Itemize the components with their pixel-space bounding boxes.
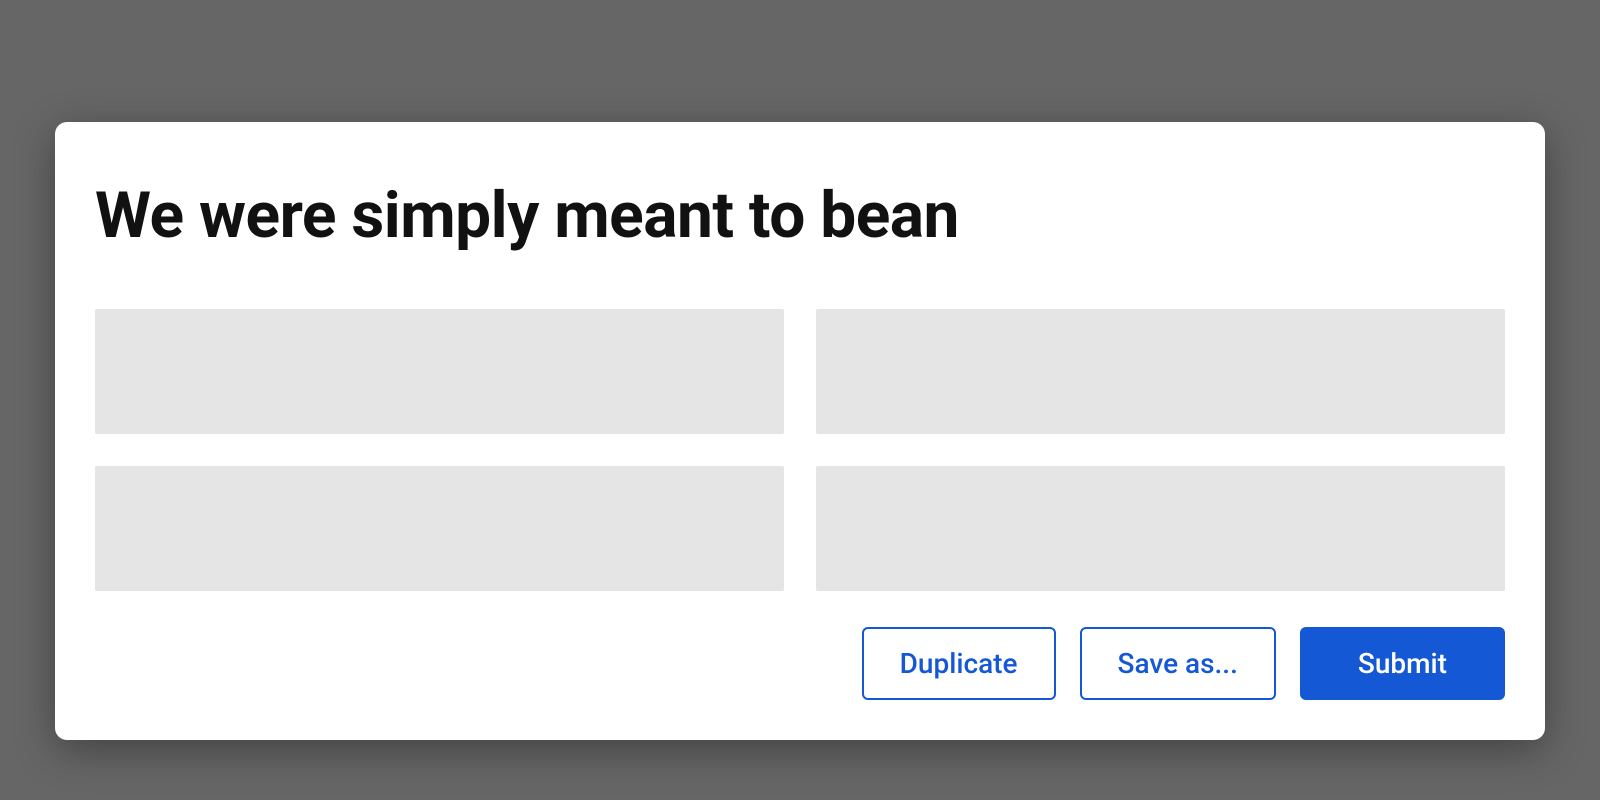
content-placeholder: [816, 466, 1505, 591]
save-as-button[interactable]: Save as...: [1080, 627, 1276, 700]
modal-dialog: We were simply meant to bean Duplicate S…: [55, 122, 1545, 740]
content-placeholder: [95, 466, 784, 591]
action-bar: Duplicate Save as... Submit: [95, 627, 1505, 700]
modal-title: We were simply meant to bean: [95, 178, 1505, 253]
content-placeholder: [816, 309, 1505, 434]
content-placeholder: [95, 309, 784, 434]
submit-button[interactable]: Submit: [1300, 627, 1505, 700]
duplicate-button[interactable]: Duplicate: [862, 627, 1056, 700]
content-grid: [95, 309, 1505, 591]
